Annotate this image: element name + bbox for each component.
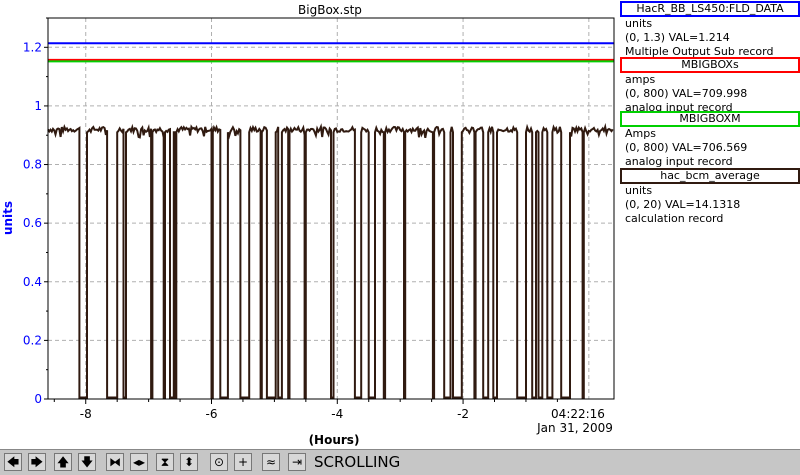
y-tick-label: 1 xyxy=(34,99,42,113)
legend-range-val-0: (0, 1.3) VAL=1.214 xyxy=(625,31,730,44)
date-label: Jan 31, 2009 xyxy=(536,421,613,435)
zoom-out-x-icon: ◂▸ xyxy=(132,455,146,469)
zoom-out-y-icon: ⬍ xyxy=(183,455,195,469)
x-tick-label: -6 xyxy=(206,407,218,421)
y-tick-label: 0.4 xyxy=(23,275,42,289)
series-layer xyxy=(47,42,614,399)
legend-record-2: analog input record xyxy=(625,155,733,168)
arrow-left-icon: 🡄 xyxy=(6,455,20,469)
y-axis: 0 0.2 0.4 0.6 0.8 1 1.2 xyxy=(23,17,48,406)
x-axis: -8 -6 -4 -2 xyxy=(53,399,558,421)
legend-title-1[interactable]: MBIGBOXs xyxy=(620,57,800,73)
y-tick-label: 0.8 xyxy=(23,158,42,172)
toolbar: 🡄 🡆 🡅 🡇 ⧓ ◂▸ ⧗ ⬍ ⊙ + ≈ ⇥ SCROLLING xyxy=(0,449,800,475)
chart-title: BigBox.stp xyxy=(298,3,362,17)
pan-right-button[interactable]: 🡆 xyxy=(28,453,46,471)
legend-range-val-2: (0, 800) VAL=706.569 xyxy=(625,141,748,154)
zoom-in-x-icon: ⧓ xyxy=(109,455,121,469)
arrow-down-icon: 🡇 xyxy=(80,455,94,469)
legend-record-3: calculation record xyxy=(625,212,724,225)
pan-up-button[interactable]: 🡅 xyxy=(54,453,72,471)
jump-end-icon: ⇥ xyxy=(291,455,303,469)
x-axis-label: (Hours) xyxy=(309,433,360,447)
zoom-in-y-button[interactable]: ⧗ xyxy=(156,453,174,471)
zoom-out-x-button[interactable]: ◂▸ xyxy=(130,453,148,471)
legend-unit-1: amps xyxy=(625,73,656,86)
scroll-mode-button[interactable]: ≈ xyxy=(262,453,280,471)
zoom-out-y-button[interactable]: ⬍ xyxy=(180,453,198,471)
legend-range-val-3: (0, 20) VAL=14.1318 xyxy=(625,198,741,211)
plus-icon: + xyxy=(237,455,249,469)
x-tick-label: -2 xyxy=(457,407,469,421)
y-tick-label: 1.2 xyxy=(23,40,42,54)
arrow-right-icon: 🡆 xyxy=(30,455,44,469)
legend-title-2[interactable]: MBIGBOXM xyxy=(620,111,800,127)
jump-to-end-button[interactable]: ⇥ xyxy=(288,453,306,471)
arrow-up-icon: 🡅 xyxy=(56,455,70,469)
pan-left-button[interactable]: 🡄 xyxy=(4,453,22,471)
x-tick-label: -8 xyxy=(80,407,92,421)
zoom-reset-icon: ⊙ xyxy=(213,455,225,469)
add-marker-button[interactable]: + xyxy=(234,453,252,471)
zoom-in-x-button[interactable]: ⧓ xyxy=(106,453,124,471)
y-tick-label: 0.2 xyxy=(23,333,42,347)
legend-range-val-1: (0, 800) VAL=709.998 xyxy=(625,87,748,100)
zoom-in-y-icon: ⧗ xyxy=(160,455,170,469)
series-line-3 xyxy=(47,122,614,399)
legend-unit-0: units xyxy=(625,17,653,30)
legend-title-3[interactable]: hac_bcm_average xyxy=(620,168,800,184)
legend-unit-2: Amps xyxy=(625,127,656,140)
time-label: 04:22:16 xyxy=(551,407,605,421)
scroll-mode-icon: ≈ xyxy=(265,455,277,469)
legend-title-0[interactable]: HacR_BB_LS450:FLD_DATA xyxy=(620,1,800,17)
y-tick-label: 0 xyxy=(34,392,42,406)
pan-down-button[interactable]: 🡇 xyxy=(78,453,96,471)
legend-unit-3: units xyxy=(625,184,653,197)
zoom-reset-button[interactable]: ⊙ xyxy=(210,453,228,471)
scroll-status: SCROLLING xyxy=(314,453,401,471)
y-tick-label: 0.6 xyxy=(23,216,42,230)
y-axis-label: units xyxy=(1,201,15,235)
x-tick-label: -4 xyxy=(331,407,343,421)
